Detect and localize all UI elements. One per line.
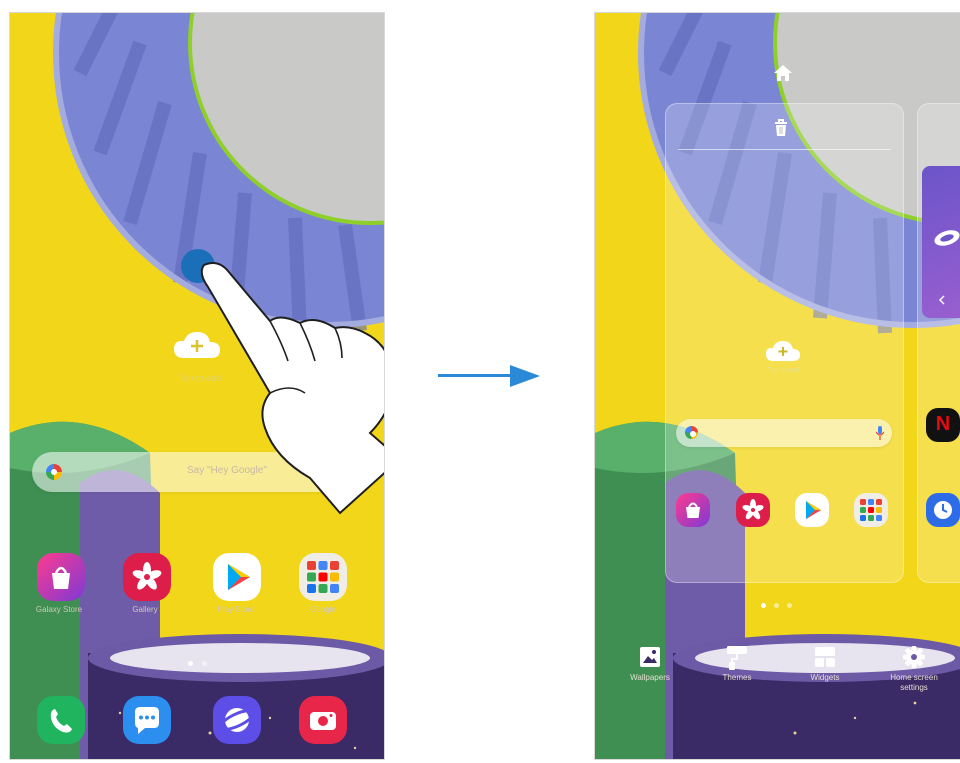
themes-icon[interactable] <box>725 645 749 671</box>
transition-arrow-head <box>510 365 540 387</box>
home-icon[interactable] <box>773 63 793 83</box>
page-dot <box>202 661 207 666</box>
widgets-icon[interactable] <box>814 646 836 668</box>
netflix-letter: N <box>935 413 951 435</box>
page-dot-active <box>761 603 766 608</box>
home-page-card[interactable]: Tap to add <box>665 103 904 583</box>
home-screen-settings-label: Home screen settings <box>890 673 938 692</box>
page-dot <box>774 603 779 608</box>
widgets-label: Widgets <box>810 673 840 682</box>
galaxy-store-icon[interactable] <box>676 493 710 527</box>
google-icon <box>46 464 62 480</box>
camera-icon[interactable] <box>299 696 347 744</box>
internet-icon[interactable] <box>213 696 261 744</box>
page-dot-active <box>188 661 193 666</box>
settings-icon[interactable] <box>902 645 926 669</box>
phone-icon[interactable] <box>37 696 85 744</box>
chevron-left-icon[interactable] <box>938 294 946 306</box>
cloud-add-label: Tap to add <box>767 367 800 374</box>
app-label: Gallery <box>132 605 158 614</box>
galaxy-store-icon[interactable] <box>37 553 85 601</box>
flower-icon <box>742 499 764 520</box>
edit-mode-phone: Tap to add N Wallpapers Themes Widgets H… <box>594 12 960 760</box>
samsung-logo-icon <box>934 230 960 246</box>
app-label: Galaxy Store <box>35 605 83 614</box>
finger-gesture-illustration <box>181 249 384 515</box>
page-dot <box>787 603 792 608</box>
gallery-icon[interactable] <box>123 553 171 601</box>
app-label: Play Store <box>217 605 255 614</box>
themes-label: Themes <box>722 673 752 682</box>
cloud-add-icon[interactable] <box>766 340 800 362</box>
widget-preview <box>922 166 960 318</box>
play-store-icon[interactable] <box>213 553 261 601</box>
mic-icon[interactable] <box>876 426 884 440</box>
next-page-card[interactable]: N <box>917 103 960 583</box>
google-icon <box>685 426 698 439</box>
gallery-icon[interactable] <box>736 493 770 527</box>
wallpaper-icon[interactable] <box>639 646 661 668</box>
play-store-icon[interactable] <box>795 493 829 527</box>
messages-icon[interactable] <box>123 696 171 744</box>
card-divider <box>678 149 891 150</box>
clock-icon[interactable] <box>926 493 960 527</box>
flower-icon <box>132 562 162 590</box>
netflix-icon[interactable]: N <box>926 408 960 442</box>
google-folder-icon[interactable] <box>299 553 347 601</box>
wallpapers-label: Wallpapers <box>630 673 670 682</box>
transition-arrow <box>438 374 518 377</box>
home-screen-phone: Tap to add Say "Hey Google" Galaxy Store… <box>9 12 385 760</box>
trash-icon[interactable] <box>772 118 790 138</box>
google-folder-icon[interactable] <box>854 493 888 527</box>
google-search-bar[interactable] <box>676 419 892 447</box>
app-label: Google <box>310 605 336 614</box>
